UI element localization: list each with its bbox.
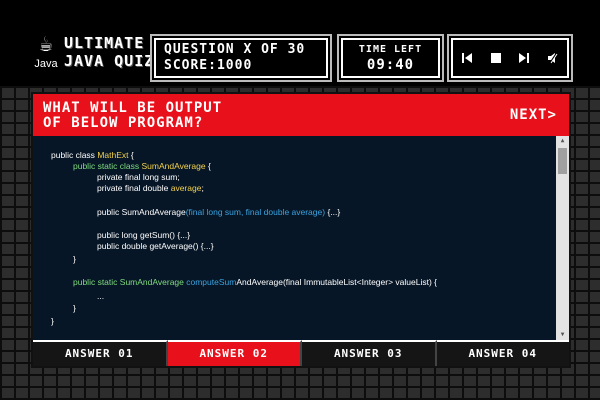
question-counter: QUESTION X OF 30 [164, 42, 306, 57]
stop-icon[interactable] [486, 48, 506, 68]
code-line: public class MathExt { [51, 150, 134, 160]
question-line-2: OF BELOW PROGRAM? [43, 115, 204, 131]
code-line: public static SumAndAverage computeSumAn… [73, 277, 437, 287]
code-line: } [51, 316, 54, 326]
code-line: private final long sum; [97, 172, 180, 182]
game-title: ULTIMATE JAVA QUIZ [64, 34, 154, 70]
scroll-down-icon[interactable]: ▼ [556, 330, 569, 340]
score-display: SCORE:1000 [164, 58, 253, 73]
code-line: } [73, 254, 76, 264]
title-line-2: JAVA QUIZ [64, 52, 155, 70]
top-bar: ☕ Java ULTIMATE JAVA QUIZ QUESTION X OF … [0, 0, 600, 86]
code-line: public long getSum() {...} [97, 230, 191, 240]
next-button[interactable]: NEXT> [510, 107, 557, 123]
code-line: public double getAverage() {...} [97, 241, 214, 251]
question-line-1: WHAT WILL BE OUTPUT [43, 100, 223, 116]
coffee-cup-icon: ☕ [39, 32, 53, 57]
code-line: } [73, 303, 76, 313]
question-bar: WHAT WILL BE OUTPUT OF BELOW PROGRAM? NE… [33, 94, 569, 136]
quiz-board: WHAT WILL BE OUTPUT OF BELOW PROGRAM? NE… [31, 92, 571, 368]
scroll-up-icon[interactable]: ▲ [556, 136, 569, 146]
java-logo: ☕ Java [30, 34, 62, 78]
status-panel: QUESTION X OF 30 SCORE:1000 [154, 38, 328, 78]
previous-icon[interactable] [457, 48, 477, 68]
code-line: private final double average; [97, 183, 204, 193]
code-line: public SumAndAverage(final long sum, fin… [97, 207, 341, 217]
timer-label: TIME LEFT [358, 44, 423, 55]
code-line: public static class SumAndAverage { [73, 161, 211, 171]
code-scrollbar[interactable]: ▲ ▼ [556, 136, 569, 340]
scroll-thumb[interactable] [558, 148, 567, 174]
mute-icon[interactable] [543, 48, 563, 68]
timer-panel: TIME LEFT 09:40 [341, 38, 440, 78]
code-line: ... [97, 291, 105, 301]
code-panel: public class MathExt { public static cla… [33, 136, 555, 340]
answer-bar: ANSWER 01 ANSWER 02 ANSWER 03 ANSWER 04 [33, 340, 569, 366]
media-controls [451, 38, 569, 78]
timer-value: 09:40 [366, 57, 415, 73]
java-logo-text: Java [34, 58, 58, 70]
next-track-icon[interactable] [514, 48, 534, 68]
answer-1-button[interactable]: ANSWER 01 [33, 340, 168, 366]
answer-4-button[interactable]: ANSWER 04 [436, 340, 569, 366]
question-text: WHAT WILL BE OUTPUT OF BELOW PROGRAM? [43, 101, 222, 131]
answer-3-button[interactable]: ANSWER 03 [302, 340, 437, 366]
title-line-1: ULTIMATE [64, 34, 145, 52]
answer-2-button[interactable]: ANSWER 02 [167, 340, 302, 366]
